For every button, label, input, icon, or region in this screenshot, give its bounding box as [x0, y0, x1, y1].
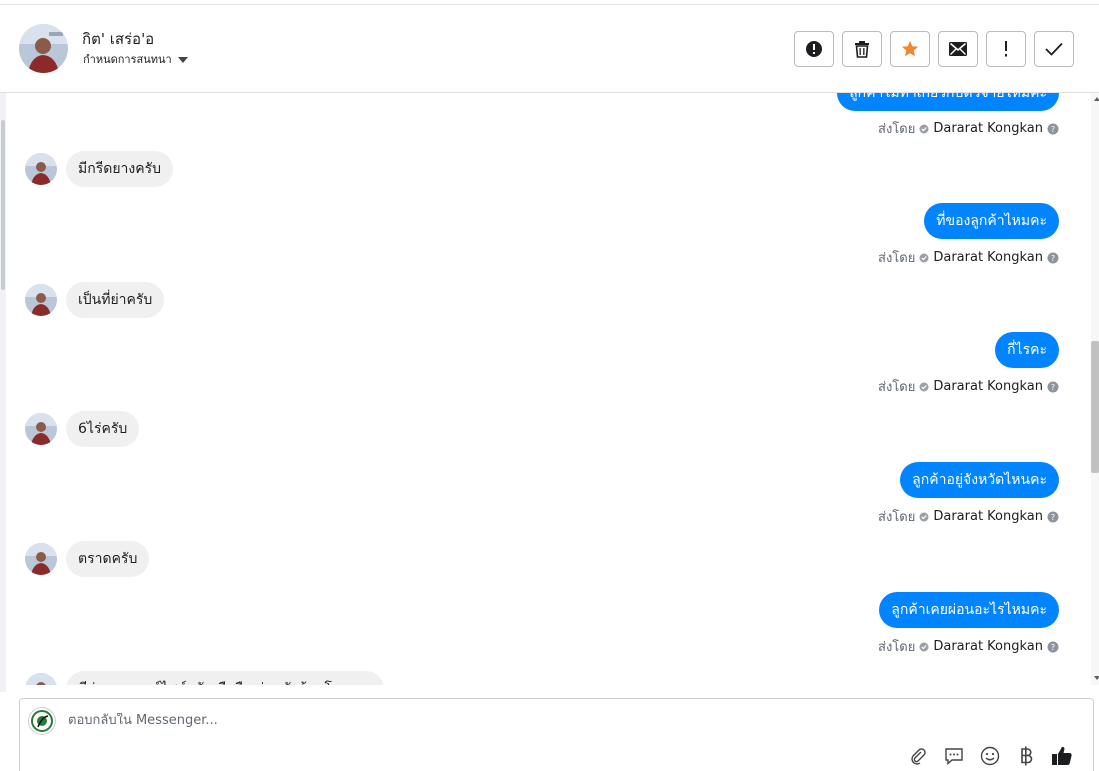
svg-text:?: ?	[1051, 383, 1055, 392]
contact-avatar[interactable]	[25, 543, 57, 575]
contact-name[interactable]: กิต' เสร่อ'อ	[82, 27, 154, 51]
scrollbar-thumb[interactable]	[1091, 341, 1099, 473]
sender-name: Dararat Kongkan	[933, 250, 1043, 265]
star-icon	[902, 41, 918, 57]
assign-label: กำหนดการสนทนา	[83, 53, 172, 66]
incoming-message-row: มีผ่อนมอเตอร์ไซค์ครับ มือถือ ผ่อนกับร้าน…	[25, 671, 384, 685]
alert-circle-icon	[806, 41, 822, 57]
messenger-inbox: กิต' เสร่อ'อ กำหนดการสนทนา ลูกค้าไม่ทำเก…	[0, 0, 1099, 771]
sent-by-label: ส่งโดย	[878, 380, 916, 395]
sent-by-line: ส่งโดย Dararat Kongkan ?	[878, 636, 1059, 657]
page-logo	[28, 707, 56, 735]
contact-avatar[interactable]	[25, 153, 57, 185]
verified-icon	[919, 124, 929, 134]
paperclip-icon[interactable]	[907, 745, 929, 767]
mark-unread-button[interactable]	[938, 31, 978, 67]
outgoing-message[interactable]: ลูกค้าอยู่จังหวัดไหนคะ	[900, 462, 1059, 498]
speech-bubble-icon[interactable]	[943, 745, 965, 767]
incoming-message[interactable]: ตราดครับ	[66, 541, 150, 577]
sender-name: Dararat Kongkan	[933, 639, 1043, 654]
incoming-message-row: ตราดครับ	[25, 541, 150, 577]
sent-by-label: ส่งโดย	[878, 251, 916, 266]
help-icon[interactable]: ?	[1047, 511, 1059, 523]
contact-avatar[interactable]	[25, 284, 57, 316]
baht-icon[interactable]	[1015, 745, 1037, 767]
assign-conversation-dropdown[interactable]: กำหนดการสนทนา	[83, 50, 188, 68]
outgoing-message[interactable]: ลูกค้าไม่ทำเกี่ยวกับตัวจ่ายไหมคะ	[837, 93, 1059, 111]
left-scrollbar-thumb[interactable]	[1, 120, 5, 290]
verified-icon	[919, 642, 929, 652]
contact-avatar[interactable]	[19, 24, 68, 73]
help-icon[interactable]: ?	[1047, 123, 1059, 135]
mark-done-button[interactable]	[1034, 31, 1074, 67]
scroll-up-arrow[interactable]	[1094, 97, 1099, 101]
reply-composer	[19, 698, 1094, 771]
sender-name: Dararat Kongkan	[933, 509, 1043, 524]
sent-by-line: ส่งโดย Dararat Kongkan ?	[878, 247, 1059, 268]
verified-icon	[919, 382, 929, 392]
outgoing-message[interactable]: กี่ไรคะ	[995, 332, 1059, 368]
outgoing-message[interactable]: ที่ของลูกค้าไหมคะ	[924, 203, 1059, 239]
exclamation-icon	[1005, 41, 1007, 57]
help-icon[interactable]: ?	[1047, 381, 1059, 393]
incoming-message[interactable]: 6ไร่ครับ	[66, 411, 140, 447]
trash-icon	[855, 41, 869, 58]
incoming-message[interactable]: มีผ่อนมอเตอร์ไซค์ครับ มือถือ ผ่อนกับร้าน…	[66, 671, 384, 685]
checkmark-icon	[1045, 42, 1063, 56]
conversation-header: กิต' เสร่อ'อ กำหนดการสนทนา	[0, 4, 1099, 93]
incoming-message-row: เป็นที่ย่าครับ	[25, 282, 165, 318]
message-list[interactable]: ลูกค้าไม่ทำเกี่ยวกับตัวจ่ายไหมคะ ส่งโดย …	[6, 93, 1091, 685]
sent-by-label: ส่งโดย	[878, 640, 916, 655]
delete-button[interactable]	[842, 31, 882, 67]
spam-button[interactable]	[794, 31, 834, 67]
reply-input[interactable]	[68, 713, 868, 728]
contact-avatar[interactable]	[25, 413, 57, 445]
help-icon[interactable]: ?	[1047, 252, 1059, 264]
svg-text:?: ?	[1051, 643, 1055, 652]
thumbs-up-icon[interactable]	[1051, 745, 1073, 767]
envelope-icon	[949, 42, 967, 56]
incoming-message[interactable]: เป็นที่ย่าครับ	[66, 282, 165, 318]
caret-down-icon	[177, 56, 188, 63]
incoming-message[interactable]: มีกรีดยางครับ	[66, 151, 173, 187]
sent-by-label: ส่งโดย	[878, 510, 916, 525]
svg-text:?: ?	[1051, 125, 1055, 134]
sent-by-line: ส่งโดย Dararat Kongkan ?	[878, 506, 1059, 527]
incoming-message-row: 6ไร่ครับ	[25, 411, 140, 447]
svg-text:?: ?	[1051, 513, 1055, 522]
message-scrollbar[interactable]	[1091, 93, 1099, 685]
header-actions	[794, 31, 1074, 67]
follow-up-button[interactable]	[986, 31, 1026, 67]
scroll-down-arrow[interactable]	[1094, 676, 1099, 680]
contact-avatar[interactable]	[25, 673, 57, 685]
sent-by-line: ส่งโดย Dararat Kongkan ?	[878, 118, 1059, 139]
incoming-message-row: มีกรีดยางครับ	[25, 151, 173, 187]
verified-icon	[919, 512, 929, 522]
sender-name: Dararat Kongkan	[933, 379, 1043, 394]
composer-tools	[907, 745, 1073, 767]
verified-icon	[919, 253, 929, 263]
smiley-icon[interactable]	[979, 745, 1001, 767]
svg-text:?: ?	[1051, 254, 1055, 263]
sender-name: Dararat Kongkan	[933, 121, 1043, 136]
sent-by-line: ส่งโดย Dararat Kongkan ?	[878, 376, 1059, 397]
sent-by-label: ส่งโดย	[878, 122, 916, 137]
outgoing-message[interactable]: ลูกค้าเคยผ่อนอะไรไหมคะ	[879, 592, 1059, 628]
help-icon[interactable]: ?	[1047, 641, 1059, 653]
star-button[interactable]	[890, 31, 930, 67]
